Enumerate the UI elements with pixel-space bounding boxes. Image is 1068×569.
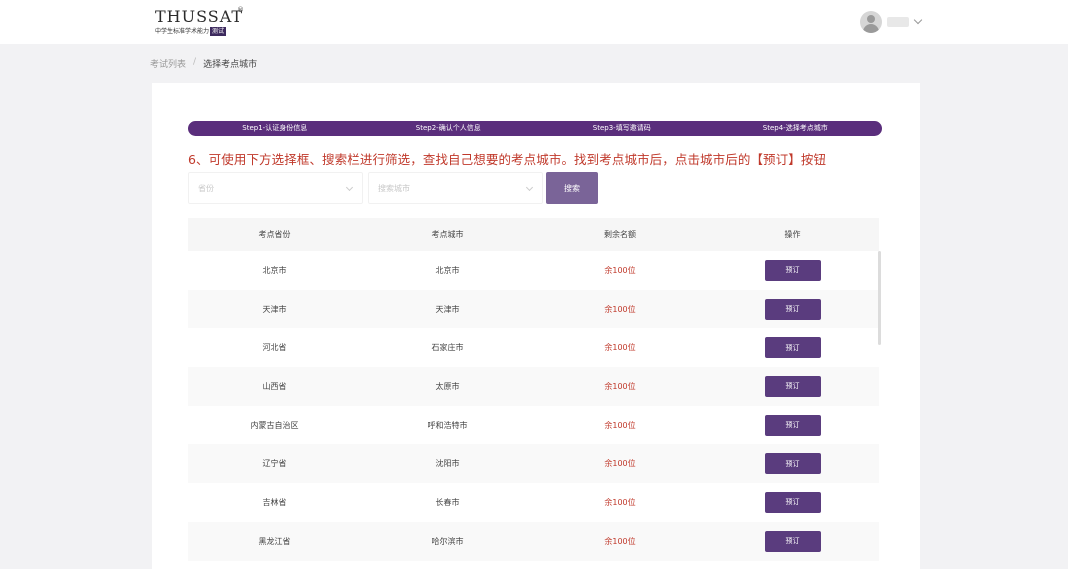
cell-remaining: 余100位 [604,497,636,507]
step-1: Step1-认证身份信息 [242,124,308,132]
top-bar: THUSSAT ® 中学生标准学术能力 测试 [0,0,1068,44]
book-button[interactable]: 预订 [764,453,821,475]
header-city: 考点城市 [431,230,464,239]
book-button[interactable]: 预订 [764,337,821,359]
cell-city: 石家庄市 [431,343,464,353]
city-search-placeholder: 搜索城市 [378,183,410,193]
cell-remaining: 余100位 [604,304,636,314]
table-row: 山西省 太原市 余100位 预订 [188,367,879,406]
cell-province: 吉林省 [262,497,287,507]
chevron-down-icon [345,183,354,192]
cell-city: 太原市 [435,381,460,391]
breadcrumb-exam-list[interactable]: 考试列表 [150,57,186,70]
cell-action: 预订 [706,259,879,281]
cell-province: 天津市 [262,304,287,314]
step-3: Step3-填写邀请码 [592,124,651,132]
breadcrumb: 考试列表 / 选择考点城市 [150,57,257,70]
chevron-down-icon[interactable] [913,15,923,25]
cell-remaining: 余100位 [604,343,636,353]
table-row: 吉林省 长春市 余100位 预订 [188,483,879,522]
book-button[interactable]: 预订 [764,414,821,436]
cell-province: 黑龙江省 [258,536,291,546]
exam-city-table: 考点省份 考点城市 剩余名额 操作 北京市 北京市 余100位 预订 天津市 天… [188,218,879,561]
logo-wordmark: THUSSAT [155,7,244,26]
breadcrumb-separator: / [193,57,197,67]
main-card: Step1-认证身份信息 Step2-确认个人信息 Step3-填写邀请码 St… [152,83,920,569]
table-row: 天津市 天津市 余100位 预订 [188,289,879,329]
province-select[interactable]: 省份 [188,172,363,204]
cell-province: 山西省 [262,381,287,391]
cell-province: 北京市 [262,265,287,275]
table-row: 河北省 石家庄市 余100位 预订 [188,328,879,367]
logo-subtitle: 中学生标准学术能力 [155,28,210,35]
book-button[interactable]: 预订 [764,530,821,552]
user-menu[interactable] [860,10,923,34]
cell-action: 预订 [706,414,879,436]
book-button[interactable]: 预订 [764,259,821,281]
cell-remaining: 余100位 [604,420,636,430]
cell-city: 哈尔滨市 [431,536,464,546]
table-header: 考点省份 考点城市 剩余名额 操作 [188,218,879,251]
header-action: 操作 [784,230,801,239]
table-row: 黑龙江省 哈尔滨市 余100位 预订 [188,521,879,561]
book-button[interactable]: 预订 [764,375,821,397]
instruction-text: 6、可使用下方选择框、搜索栏进行筛选，查找自己想要的考点城市。找到考点城市后，点… [188,152,827,167]
province-select-placeholder: 省份 [198,183,214,193]
filter-bar: 省份 搜索城市 搜索 [188,172,598,204]
book-button[interactable]: 预订 [764,298,821,320]
cell-city: 沈阳市 [435,459,460,469]
cell-remaining: 余100位 [604,536,636,546]
cell-action: 预订 [706,491,879,513]
cell-city: 长春市 [435,497,460,507]
username-blurred[interactable] [887,17,909,27]
book-button[interactable]: 预订 [764,491,821,513]
cell-action: 预订 [706,453,879,475]
cell-province: 辽宁省 [262,459,287,469]
cell-remaining: 余100位 [604,459,636,469]
logo-subtitle-row: 中学生标准学术能力 测试 [155,27,245,36]
avatar[interactable] [860,11,882,33]
cell-province: 河北省 [262,343,287,353]
step-4: Step4-选择考点城市 [762,124,828,132]
cell-action: 预订 [706,337,879,359]
city-search-select[interactable]: 搜索城市 [368,172,543,204]
cell-remaining: 余100位 [604,265,636,275]
cell-city: 北京市 [435,265,460,275]
cell-action: 预订 [706,375,879,397]
cell-city: 天津市 [435,304,460,314]
step-progress-bar: Step1-认证身份信息 Step2-确认个人信息 Step3-填写邀请码 St… [188,121,882,136]
cell-province: 内蒙古自治区 [250,420,299,430]
thussat-logo[interactable]: THUSSAT ® 中学生标准学术能力 测试 [155,6,245,40]
header-province: 考点省份 [258,230,291,239]
logo-registered-mark: ® [237,6,244,14]
cell-action: 预订 [706,530,879,552]
breadcrumb-current: 选择考点城市 [203,60,258,70]
table-row: 辽宁省 沈阳市 余100位 预订 [188,444,879,484]
table-row: 北京市 北京市 余100位 预订 [188,251,879,290]
table-row: 内蒙古自治区 呼和浩特市 余100位 预订 [188,406,879,445]
cell-city: 呼和浩特市 [427,420,468,430]
cell-remaining: 余100位 [604,381,636,391]
table-scrollbar[interactable] [878,251,881,345]
cell-action: 预订 [706,298,879,320]
table-body: 北京市 北京市 余100位 预订 天津市 天津市 余100位 预订 河北省 石家… [188,251,879,561]
logo-tag: 测试 [210,27,227,36]
step-2: Step2-确认个人信息 [415,124,481,132]
chevron-down-icon [525,183,534,192]
search-button[interactable]: 搜索 [546,172,598,204]
header-remaining: 剩余名额 [604,230,636,239]
